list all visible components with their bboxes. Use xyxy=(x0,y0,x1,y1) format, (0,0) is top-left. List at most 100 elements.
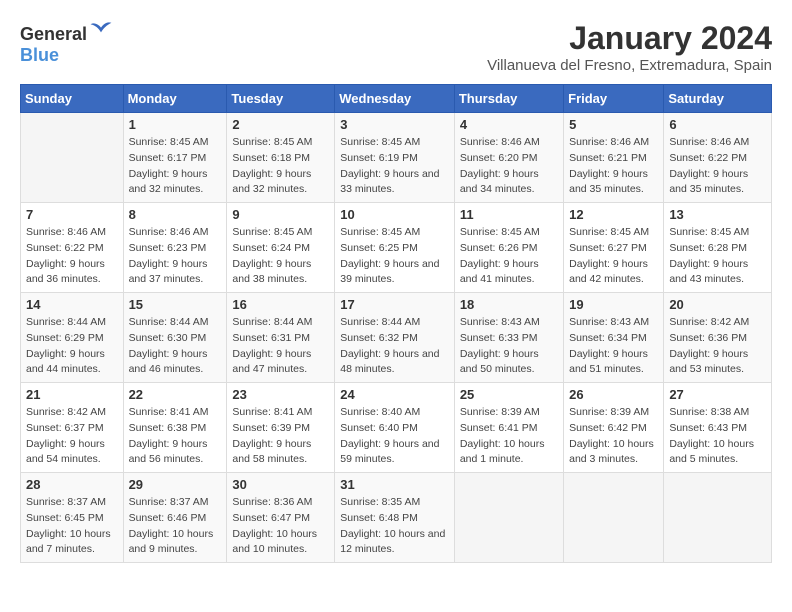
day-info: Sunrise: 8:45 AMSunset: 6:24 PMDaylight:… xyxy=(232,225,329,288)
day-info: Sunrise: 8:42 AMSunset: 6:36 PMDaylight:… xyxy=(669,315,766,378)
day-info: Sunrise: 8:45 AMSunset: 6:25 PMDaylight:… xyxy=(340,225,449,288)
day-number: 5 xyxy=(569,117,658,132)
day-number: 18 xyxy=(460,297,558,312)
calendar-cell: 15Sunrise: 8:44 AMSunset: 6:30 PMDayligh… xyxy=(123,293,227,383)
day-number: 30 xyxy=(232,477,329,492)
calendar-cell: 26 Sunrise: 8:39 AMSunset: 6:42 PMDayligh… xyxy=(564,383,664,473)
day-info: Sunrise: 8:45 AMSunset: 6:19 PMDaylight:… xyxy=(340,135,449,198)
calendar-cell: 27Sunrise: 8:38 AMSunset: 6:43 PMDayligh… xyxy=(664,383,772,473)
day-info: Sunrise: 8:38 AMSunset: 6:43 PMDaylight:… xyxy=(669,405,766,468)
calendar-cell: 4 Sunrise: 8:46 AMSunset: 6:20 PMDaylight… xyxy=(454,113,563,203)
calendar-cell xyxy=(21,113,124,203)
location-subtitle: Villanueva del Fresno, Extremadura, Spai… xyxy=(487,57,772,74)
day-number: 9 xyxy=(232,207,329,222)
day-info: Sunrise: 8:39 AMSunset: 6:42 PMDaylight:… xyxy=(569,405,658,468)
calendar-cell: 11 Sunrise: 8:45 AMSunset: 6:26 PMDayligh… xyxy=(454,203,563,293)
calendar-cell: 22 Sunrise: 8:41 AMSunset: 6:38 PMDayligh… xyxy=(123,383,227,473)
calendar-cell: 5 Sunrise: 8:46 AMSunset: 6:21 PMDaylight… xyxy=(564,113,664,203)
day-info: Sunrise: 8:44 AMSunset: 6:32 PMDaylight:… xyxy=(340,315,449,378)
day-header-wednesday: Wednesday xyxy=(335,85,455,113)
day-number: 17 xyxy=(340,297,449,312)
day-info: Sunrise: 8:41 AMSunset: 6:38 PMDaylight:… xyxy=(129,405,222,468)
day-number: 24 xyxy=(340,387,449,402)
header: General Blue January 2024 Villanueva del… xyxy=(20,20,772,74)
logo-text: General Blue xyxy=(20,20,113,66)
title-section: January 2024 Villanueva del Fresno, Extr… xyxy=(487,20,772,74)
day-header-saturday: Saturday xyxy=(664,85,772,113)
day-number: 21 xyxy=(26,387,118,402)
day-number: 2 xyxy=(232,117,329,132)
day-info: Sunrise: 8:44 AMSunset: 6:30 PMDaylight:… xyxy=(129,315,222,378)
day-info: Sunrise: 8:39 AMSunset: 6:41 PMDaylight:… xyxy=(460,405,558,468)
calendar-cell: 20 Sunrise: 8:42 AMSunset: 6:36 PMDayligh… xyxy=(664,293,772,383)
day-number: 3 xyxy=(340,117,449,132)
calendar-cell: 23Sunrise: 8:41 AMSunset: 6:39 PMDayligh… xyxy=(227,383,335,473)
calendar-cell: 25 Sunrise: 8:39 AMSunset: 6:41 PMDayligh… xyxy=(454,383,563,473)
calendar-cell: 8Sunrise: 8:46 AMSunset: 6:23 PMDaylight… xyxy=(123,203,227,293)
calendar-cell: 2 Sunrise: 8:45 AMSunset: 6:18 PMDaylight… xyxy=(227,113,335,203)
day-number: 20 xyxy=(669,297,766,312)
calendar-cell xyxy=(564,473,664,563)
day-info: Sunrise: 8:41 AMSunset: 6:39 PMDaylight:… xyxy=(232,405,329,468)
week-row-0: 1Sunrise: 8:45 AMSunset: 6:17 PMDaylight… xyxy=(21,113,772,203)
calendar-cell xyxy=(454,473,563,563)
day-info: Sunrise: 8:46 AMSunset: 6:21 PMDaylight:… xyxy=(569,135,658,198)
calendar-cell: 18Sunrise: 8:43 AMSunset: 6:33 PMDayligh… xyxy=(454,293,563,383)
day-number: 13 xyxy=(669,207,766,222)
calendar-cell: 10 Sunrise: 8:45 AMSunset: 6:25 PMDayligh… xyxy=(335,203,455,293)
day-number: 26 xyxy=(569,387,658,402)
calendar-table: SundayMondayTuesdayWednesdayThursdayFrid… xyxy=(20,84,772,563)
day-number: 28 xyxy=(26,477,118,492)
day-header-friday: Friday xyxy=(564,85,664,113)
day-info: Sunrise: 8:45 AMSunset: 6:18 PMDaylight:… xyxy=(232,135,329,198)
calendar-cell: 6Sunrise: 8:46 AMSunset: 6:22 PMDaylight… xyxy=(664,113,772,203)
calendar-cell: 31 Sunrise: 8:35 AMSunset: 6:48 PMDayligh… xyxy=(335,473,455,563)
calendar-cell: 13 Sunrise: 8:45 AMSunset: 6:28 PMDayligh… xyxy=(664,203,772,293)
day-info: Sunrise: 8:36 AMSunset: 6:47 PMDaylight:… xyxy=(232,495,329,558)
day-info: Sunrise: 8:40 AMSunset: 6:40 PMDaylight:… xyxy=(340,405,449,468)
day-number: 16 xyxy=(232,297,329,312)
day-info: Sunrise: 8:46 AMSunset: 6:23 PMDaylight:… xyxy=(129,225,222,288)
day-info: Sunrise: 8:44 AMSunset: 6:31 PMDaylight:… xyxy=(232,315,329,378)
day-number: 4 xyxy=(460,117,558,132)
day-number: 19 xyxy=(569,297,658,312)
day-number: 12 xyxy=(569,207,658,222)
month-title: January 2024 xyxy=(487,20,772,57)
calendar-cell: 17 Sunrise: 8:44 AMSunset: 6:32 PMDayligh… xyxy=(335,293,455,383)
day-info: Sunrise: 8:37 AMSunset: 6:46 PMDaylight:… xyxy=(129,495,222,558)
calendar-cell: 12 Sunrise: 8:45 AMSunset: 6:27 PMDayligh… xyxy=(564,203,664,293)
day-number: 1 xyxy=(129,117,222,132)
week-row-1: 7Sunrise: 8:46 AMSunset: 6:22 PMDaylight… xyxy=(21,203,772,293)
day-info: Sunrise: 8:35 AMSunset: 6:48 PMDaylight:… xyxy=(340,495,449,558)
day-header-tuesday: Tuesday xyxy=(227,85,335,113)
day-info: Sunrise: 8:42 AMSunset: 6:37 PMDaylight:… xyxy=(26,405,118,468)
day-number: 25 xyxy=(460,387,558,402)
day-info: Sunrise: 8:43 AMSunset: 6:34 PMDaylight:… xyxy=(569,315,658,378)
days-header-row: SundayMondayTuesdayWednesdayThursdayFrid… xyxy=(21,85,772,113)
day-number: 31 xyxy=(340,477,449,492)
day-info: Sunrise: 8:46 AMSunset: 6:22 PMDaylight:… xyxy=(26,225,118,288)
calendar-cell: 21 Sunrise: 8:42 AMSunset: 6:37 PMDayligh… xyxy=(21,383,124,473)
calendar-cell: 28 Sunrise: 8:37 AMSunset: 6:45 PMDayligh… xyxy=(21,473,124,563)
day-header-monday: Monday xyxy=(123,85,227,113)
calendar-cell: 1Sunrise: 8:45 AMSunset: 6:17 PMDaylight… xyxy=(123,113,227,203)
day-number: 6 xyxy=(669,117,766,132)
week-row-4: 28 Sunrise: 8:37 AMSunset: 6:45 PMDayligh… xyxy=(21,473,772,563)
calendar-cell: 19 Sunrise: 8:43 AMSunset: 6:34 PMDayligh… xyxy=(564,293,664,383)
logo: General Blue xyxy=(20,20,113,66)
calendar-cell: 7Sunrise: 8:46 AMSunset: 6:22 PMDaylight… xyxy=(21,203,124,293)
day-number: 22 xyxy=(129,387,222,402)
calendar-cell: 3 Sunrise: 8:45 AMSunset: 6:19 PMDaylight… xyxy=(335,113,455,203)
day-info: Sunrise: 8:46 AMSunset: 6:20 PMDaylight:… xyxy=(460,135,558,198)
day-info: Sunrise: 8:45 AMSunset: 6:28 PMDaylight:… xyxy=(669,225,766,288)
day-number: 10 xyxy=(340,207,449,222)
day-number: 14 xyxy=(26,297,118,312)
day-number: 11 xyxy=(460,207,558,222)
day-header-sunday: Sunday xyxy=(21,85,124,113)
week-row-2: 14Sunrise: 8:44 AMSunset: 6:29 PMDayligh… xyxy=(21,293,772,383)
calendar-cell: 14Sunrise: 8:44 AMSunset: 6:29 PMDayligh… xyxy=(21,293,124,383)
day-info: Sunrise: 8:45 AMSunset: 6:26 PMDaylight:… xyxy=(460,225,558,288)
day-info: Sunrise: 8:45 AMSunset: 6:27 PMDaylight:… xyxy=(569,225,658,288)
day-info: Sunrise: 8:37 AMSunset: 6:45 PMDaylight:… xyxy=(26,495,118,558)
calendar-cell: 9 Sunrise: 8:45 AMSunset: 6:24 PMDaylight… xyxy=(227,203,335,293)
